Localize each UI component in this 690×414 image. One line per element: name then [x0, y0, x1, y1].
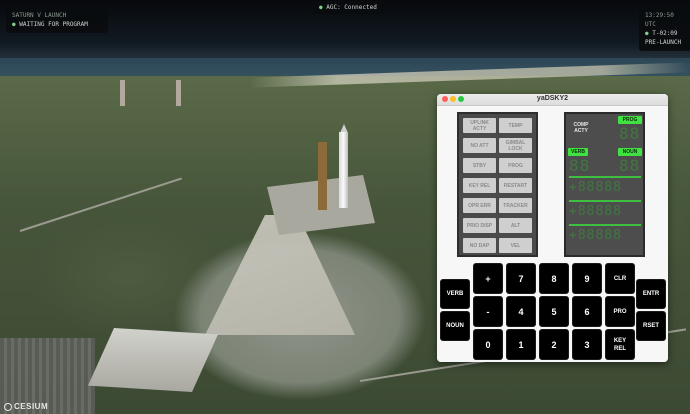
key-5[interactable]: 5	[539, 296, 569, 327]
prog-digits: 88	[619, 124, 641, 143]
verb-key[interactable]: VERB	[440, 279, 470, 309]
distant-structure	[120, 80, 125, 106]
agc-connection-badge: ● AGC: Connected	[313, 1, 383, 14]
utc-clock: 13:29:50 UTC	[645, 12, 674, 28]
register-1: +88888	[569, 180, 622, 195]
lamp-alt: ALT	[499, 218, 532, 233]
noun-label: NOUN	[618, 148, 642, 156]
agc-connection-text: AGC: Connected	[326, 4, 377, 11]
lamp-temp: TEMP	[499, 118, 532, 133]
noun-digits: 88	[619, 156, 641, 175]
mission-status-panel: SATURN V LAUNCH ● WAITING FOR PROGRAM	[6, 7, 108, 33]
noun-key[interactable]: NOUN	[440, 311, 470, 341]
lamp-prog: PROG	[499, 158, 532, 173]
display-separator	[569, 176, 641, 178]
key-2[interactable]: 2	[539, 329, 569, 360]
display-separator	[569, 224, 641, 226]
display-separator	[569, 200, 641, 202]
lamp-gimbal-lock: GIMBAL LOCK	[499, 138, 532, 153]
lamp-restart: RESTART	[499, 178, 532, 193]
key-1[interactable]: 1	[506, 329, 536, 360]
lamp-vel: VEL	[499, 238, 532, 253]
yadsky2-window[interactable]: yaDSKY2 UPLINK ACTY TEMP NO ATT GIMBAL L…	[437, 94, 668, 362]
mission-title: SATURN V LAUNCH	[12, 12, 67, 19]
saturn-v-rocket	[339, 132, 348, 208]
entr-key[interactable]: ENTR	[636, 279, 666, 309]
lamp-stby: STBY	[463, 158, 496, 173]
key-0[interactable]: 0	[473, 329, 503, 360]
lamp-tracker: TRACKER	[499, 198, 532, 213]
launch-umbilical-tower	[318, 142, 327, 210]
cesium-logo-icon	[4, 402, 12, 411]
clock-panel: 13:29:50 UTC ● T-02:09 PRE-LAUNCH	[639, 7, 690, 51]
status-dot-icon: ●	[12, 21, 16, 28]
dsky-panel: UPLINK ACTY TEMP NO ATT GIMBAL LOCK STBY…	[437, 106, 668, 362]
el-display: COMP ACTY PROG 88 VERB NOUN 88 88 +88888…	[564, 112, 645, 257]
key-9[interactable]: 9	[572, 263, 602, 294]
verb-digits: 88	[569, 156, 591, 175]
countdown: T-02:09	[652, 30, 678, 37]
cesium-credit[interactable]: CESIUM	[4, 402, 48, 411]
key-4[interactable]: 4	[506, 296, 536, 327]
launch-phase: PRE-LAUNCH	[645, 39, 682, 46]
key-6[interactable]: 6	[572, 296, 602, 327]
comp-acty-label: COMP ACTY	[573, 122, 589, 134]
link-dot-icon: ●	[319, 4, 323, 11]
window-title: yaDSKY2	[536, 95, 569, 102]
register-3: +88888	[569, 228, 622, 243]
minus-key[interactable]: -	[473, 296, 503, 327]
key-7[interactable]: 7	[506, 263, 536, 294]
key-8[interactable]: 8	[539, 263, 569, 294]
clr-key[interactable]: CLR	[605, 263, 635, 294]
register-2: +88888	[569, 204, 622, 219]
lamp-key-rel: KEY REL	[463, 178, 496, 193]
plus-key[interactable]: +	[473, 263, 503, 294]
cesium-credit-text: CESIUM	[14, 402, 49, 411]
lamp-uplink-acty: UPLINK ACTY	[463, 118, 496, 133]
key-3[interactable]: 3	[572, 329, 602, 360]
indicator-panel: UPLINK ACTY TEMP NO ATT GIMBAL LOCK STBY…	[457, 112, 538, 257]
lamp-no-att: NO ATT	[463, 138, 496, 153]
lamp-no-dap: NO DAP	[463, 238, 496, 253]
rset-key[interactable]: RSET	[636, 311, 666, 341]
distant-structure	[176, 80, 181, 106]
window-titlebar[interactable]: yaDSKY2	[437, 94, 668, 106]
mission-status: WAITING FOR PROGRAM	[19, 21, 88, 28]
verb-label: VERB	[568, 148, 588, 156]
pro-key[interactable]: PRO	[605, 296, 635, 327]
key-rel-key[interactable]: KEY REL	[605, 329, 635, 360]
lamp-prio-disp: PRIO DISP	[463, 218, 496, 233]
lamp-opr-err: OPR ERR	[463, 198, 496, 213]
prog-label: PROG	[618, 116, 642, 124]
clock-dot-icon: ●	[645, 30, 649, 37]
